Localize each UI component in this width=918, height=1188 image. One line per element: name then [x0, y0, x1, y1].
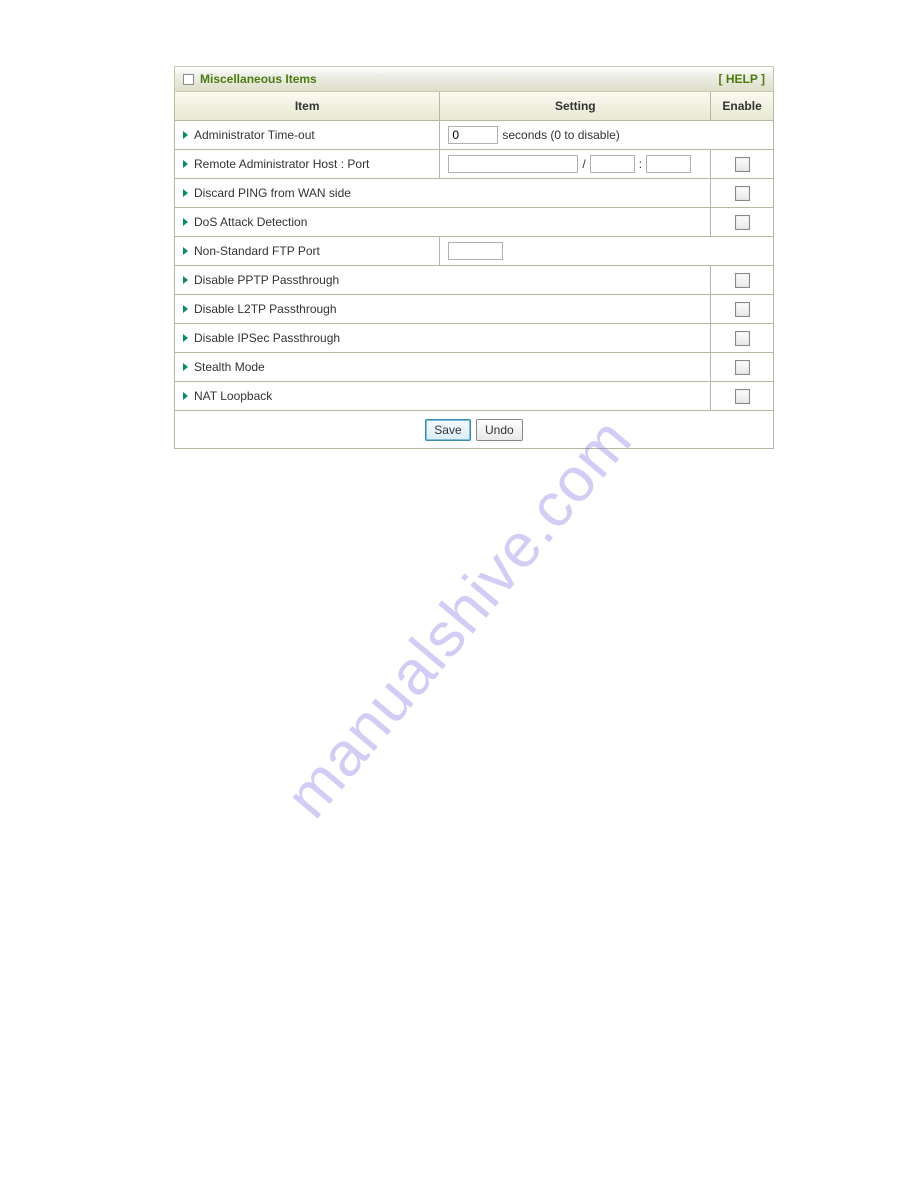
item-label: DoS Attack Detection [194, 215, 307, 229]
triangle-icon [183, 131, 188, 139]
triangle-icon [183, 218, 188, 226]
triangle-icon [183, 363, 188, 371]
row-pptp: Disable PPTP Passthrough [175, 266, 774, 295]
item-label: Disable IPSec Passthrough [194, 331, 340, 345]
panel-title-bar: Miscellaneous Items [ HELP ] [174, 66, 774, 92]
col-header-item: Item [175, 92, 440, 121]
row-dos-attack: DoS Attack Detection [175, 208, 774, 237]
item-label: Remote Administrator Host : Port [194, 157, 369, 171]
col-header-enable: Enable [711, 92, 774, 121]
undo-button[interactable]: Undo [476, 419, 523, 441]
row-admin-timeout: Administrator Time-out seconds (0 to dis… [175, 121, 774, 150]
remote-admin-checkbox[interactable] [735, 157, 750, 172]
dos-attack-checkbox[interactable] [735, 215, 750, 230]
watermark: manualshive.com [272, 404, 646, 831]
l2tp-checkbox[interactable] [735, 302, 750, 317]
help-link[interactable]: [ HELP ] [719, 72, 765, 86]
item-label: Disable PPTP Passthrough [194, 273, 339, 287]
remote-admin-port2-input[interactable] [646, 155, 691, 173]
item-label: Stealth Mode [194, 360, 265, 374]
admin-timeout-suffix: seconds (0 to disable) [502, 128, 619, 142]
ftp-port-input[interactable] [448, 242, 503, 260]
triangle-icon [183, 305, 188, 313]
footer-row: Save Undo [175, 411, 774, 449]
row-discard-ping: Discard PING from WAN side [175, 179, 774, 208]
separator-colon: : [639, 157, 642, 171]
row-remote-admin: Remote Administrator Host : Port / : [175, 150, 774, 179]
ipsec-checkbox[interactable] [735, 331, 750, 346]
nat-loopback-checkbox[interactable] [735, 389, 750, 404]
triangle-icon [183, 189, 188, 197]
item-label: Discard PING from WAN side [194, 186, 351, 200]
triangle-icon [183, 276, 188, 284]
row-ftp-port: Non-Standard FTP Port [175, 237, 774, 266]
row-nat-loopback: NAT Loopback [175, 382, 774, 411]
pptp-checkbox[interactable] [735, 273, 750, 288]
item-label: Disable L2TP Passthrough [194, 302, 337, 316]
panel-title: Miscellaneous Items [200, 72, 317, 86]
settings-table: Item Setting Enable Administrator Time-o… [174, 92, 774, 449]
triangle-icon [183, 247, 188, 255]
col-header-setting: Setting [440, 92, 711, 121]
stealth-checkbox[interactable] [735, 360, 750, 375]
row-ipsec: Disable IPSec Passthrough [175, 324, 774, 353]
row-l2tp: Disable L2TP Passthrough [175, 295, 774, 324]
row-stealth: Stealth Mode [175, 353, 774, 382]
misc-items-panel: Miscellaneous Items [ HELP ] Item Settin… [174, 66, 774, 449]
triangle-icon [183, 392, 188, 400]
save-button[interactable]: Save [425, 419, 470, 441]
triangle-icon [183, 334, 188, 342]
remote-admin-host-input[interactable] [448, 155, 578, 173]
square-icon [183, 74, 194, 85]
item-label: Non-Standard FTP Port [194, 244, 320, 258]
admin-timeout-input[interactable] [448, 126, 498, 144]
discard-ping-checkbox[interactable] [735, 186, 750, 201]
separator-slash: / [582, 157, 585, 171]
remote-admin-port1-input[interactable] [590, 155, 635, 173]
triangle-icon [183, 160, 188, 168]
item-label: NAT Loopback [194, 389, 272, 403]
item-label: Administrator Time-out [194, 128, 315, 142]
